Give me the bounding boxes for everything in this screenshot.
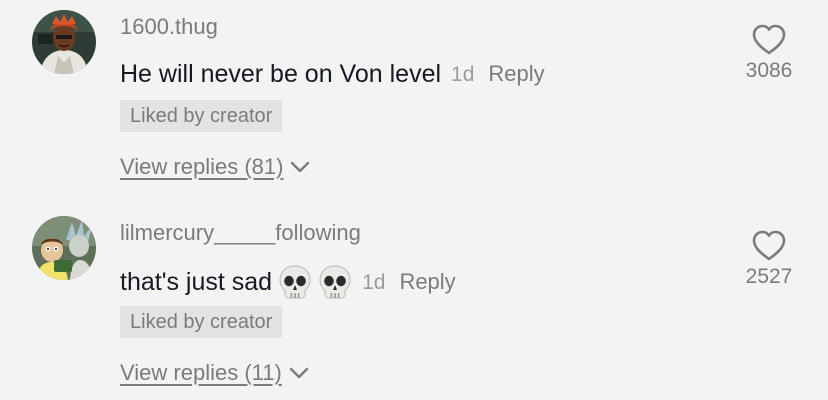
comment-text: that's just sad (120, 267, 273, 296)
chevron-down-icon (289, 160, 311, 174)
like-control: 2527 (724, 230, 814, 287)
skull-emoji (278, 264, 312, 300)
skull-emoji (318, 264, 352, 300)
liked-by-creator-badge: Liked by creator (120, 100, 283, 132)
comment-text: He will never be on Von level (120, 59, 442, 88)
heart-outline-icon[interactable] (751, 230, 787, 262)
liked-by-creator-badge: Liked by creator (120, 306, 283, 338)
avatar[interactable] (32, 10, 96, 74)
reply-button[interactable]: Reply (399, 271, 455, 293)
chevron-down-icon (288, 366, 310, 380)
view-replies-label: View replies (81) (120, 154, 284, 179)
comment-username[interactable]: 1600.thug (120, 16, 218, 38)
view-replies-label: View replies (11) (120, 360, 282, 385)
comment-body: that's just sad 1d Reply (120, 262, 456, 302)
like-control: 3086 (724, 24, 814, 81)
avatar[interactable] (32, 216, 96, 280)
comment-body: He will never be on Von level 1d Reply (120, 60, 545, 88)
comment-time: 1d (451, 62, 475, 86)
like-count: 3086 (745, 59, 793, 82)
reply-button[interactable]: Reply (488, 63, 544, 85)
view-replies-button[interactable]: View replies (81) (120, 156, 311, 178)
heart-outline-icon[interactable] (751, 24, 787, 56)
like-count: 2527 (745, 265, 793, 288)
view-replies-button[interactable]: View replies (11) (120, 362, 310, 384)
comment-username[interactable]: lilmercury_____following (120, 222, 361, 244)
comment-time: 1d (362, 270, 386, 294)
